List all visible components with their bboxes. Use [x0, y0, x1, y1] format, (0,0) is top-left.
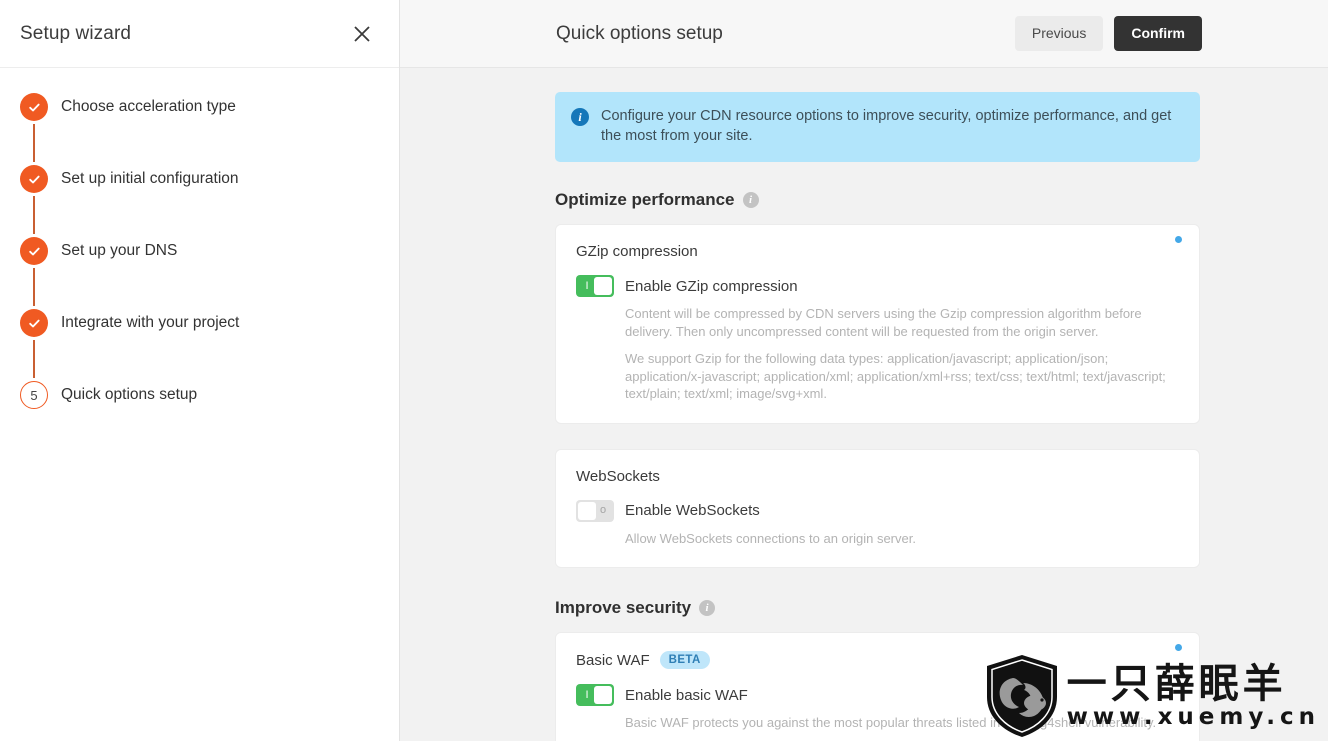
card-title-text: WebSockets	[576, 467, 660, 485]
step-complete-icon	[20, 309, 48, 337]
step-complete-icon	[20, 165, 48, 193]
toggle-enable-gzip-compression[interactable]: I	[576, 275, 614, 297]
info-icon[interactable]: i	[742, 192, 759, 208]
card-description: Content will be compressed by CDN server…	[625, 306, 1142, 339]
sidebar-step-label: Set up your DNS	[61, 242, 178, 259]
card-description: Allow WebSockets connections to an origi…	[625, 530, 916, 546]
section-title: Optimize performance	[555, 190, 735, 209]
card-title: Basic WAF BETA	[576, 651, 1179, 669]
wizard-steps: Choose acceleration type Set up initial …	[0, 68, 399, 412]
beta-badge: BETA	[659, 651, 710, 669]
toggle-row-basic-waf: I Enable basic WAF	[576, 684, 1179, 706]
sidebar-step-label: Choose acceleration type	[61, 98, 236, 115]
toggle-label: Enable GZip compression	[625, 277, 798, 295]
step-complete-icon	[20, 93, 48, 121]
status-dot	[1175, 236, 1182, 243]
sidebar-step-label: Set up initial configuration	[61, 170, 239, 187]
info-banner-text: Configure your CDN resource options to i…	[601, 108, 1172, 144]
card-description: We support Gzip for the following data t…	[625, 351, 1166, 401]
card-title: GZip compression	[576, 243, 1179, 260]
confirm-button[interactable]: Confirm	[1114, 16, 1202, 51]
page-title: Quick options setup	[556, 22, 723, 44]
card-basic-waf: Basic WAF BETA I Enable basic WAF Basic …	[555, 632, 1200, 741]
step-connector	[33, 268, 35, 306]
header-actions: Previous Confirm	[1014, 16, 1202, 51]
step-connector	[33, 124, 35, 162]
settings-content: i Configure your CDN resource options to…	[400, 68, 1328, 741]
step-connector	[33, 340, 35, 378]
toggle-knob	[594, 686, 612, 704]
card-title-text: GZip compression	[576, 243, 698, 260]
sidebar-title: Setup wizard	[20, 22, 132, 44]
toggle-label: Enable WebSockets	[625, 502, 760, 519]
sidebar: Setup wizard Choose acceleration type Se…	[0, 0, 400, 741]
close-wizard-button[interactable]	[345, 17, 379, 51]
toggle-enable-websockets[interactable]: o	[576, 499, 614, 522]
info-icon[interactable]: i	[699, 600, 716, 616]
sidebar-step-2[interactable]: Set up initial configuration	[0, 162, 399, 196]
info-icon: i	[571, 108, 589, 126]
card-title: WebSockets	[576, 468, 1179, 485]
toggle-label: Enable basic WAF	[625, 686, 748, 704]
step-number-badge: 5	[20, 381, 48, 409]
sidebar-step-3[interactable]: Set up your DNS	[0, 234, 399, 268]
card-description: Basic WAF protects you against the most …	[625, 715, 1157, 730]
toggle-row-websockets: o Enable WebSockets	[576, 499, 1179, 522]
section-header-optimize-performance: Optimize performance i	[555, 190, 1200, 210]
previous-button[interactable]: Previous	[1014, 16, 1104, 51]
sidebar-step-1[interactable]: Choose acceleration type	[0, 90, 399, 124]
card-websockets: WebSockets o Enable WebSockets Allow Web…	[555, 448, 1200, 568]
card-title-text: Basic WAF	[576, 651, 650, 669]
toggle-row-gzip: I Enable GZip compression	[576, 275, 1179, 297]
main-header: Quick options setup Previous Confirm	[400, 0, 1328, 68]
toggle-knob	[594, 277, 612, 295]
sidebar-header: Setup wizard	[0, 0, 399, 68]
sidebar-step-4[interactable]: Integrate with your project	[0, 306, 399, 340]
setup-wizard-page: Setup wizard Choose acceleration type Se…	[0, 0, 1328, 741]
sidebar-step-5[interactable]: 5 Quick options setup	[0, 378, 399, 412]
toggle-enable-basic-waf[interactable]: I	[576, 684, 614, 706]
close-icon	[352, 24, 372, 44]
status-dot	[1175, 644, 1182, 651]
sidebar-step-label: Quick options setup	[61, 386, 198, 403]
toggle-off-glyph: o	[599, 504, 607, 516]
main-panel: Quick options setup Previous Confirm i C…	[400, 0, 1328, 741]
step-complete-icon	[20, 237, 48, 265]
section-title: Improve security	[555, 598, 692, 617]
info-banner: i Configure your CDN resource options to…	[555, 92, 1200, 162]
step-connector	[33, 196, 35, 234]
sidebar-step-label: Integrate with your project	[61, 314, 240, 331]
section-header-improve-security: Improve security i	[555, 598, 1200, 618]
card-gzip-compression: GZip compression I Enable GZip compressi…	[555, 224, 1200, 424]
